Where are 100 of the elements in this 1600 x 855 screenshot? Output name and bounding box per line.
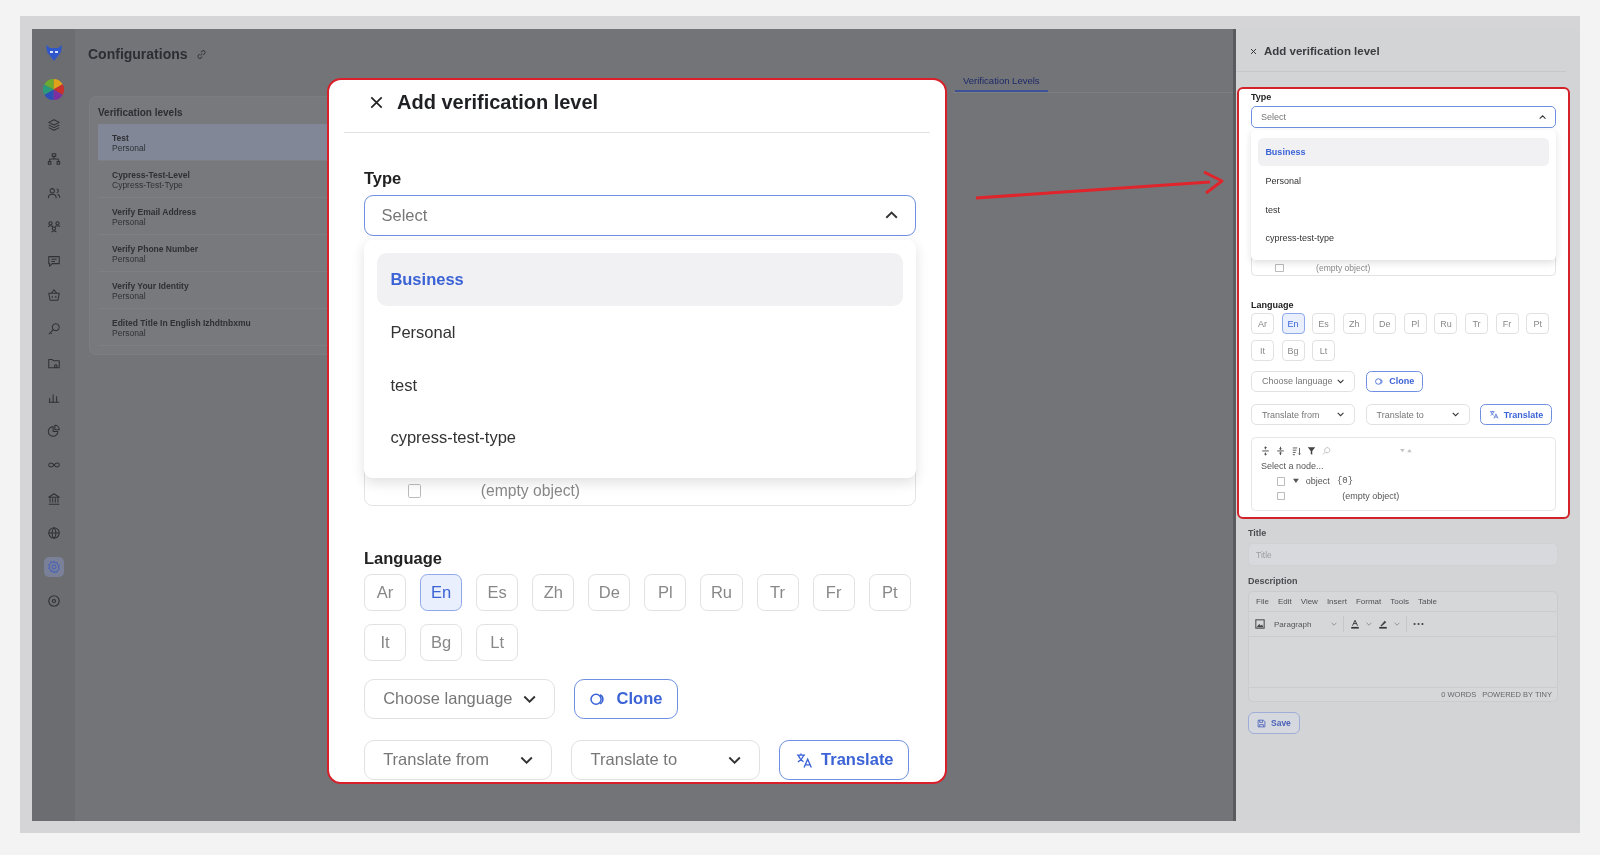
card-title: Verification levels: [98, 107, 183, 118]
settings-icon[interactable]: [43, 557, 64, 577]
language-chip[interactable]: It: [1251, 340, 1274, 361]
sort-arrows-icon[interactable]: [1400, 448, 1414, 454]
expand-all-icon[interactable]: [1261, 446, 1270, 457]
triangle-down-icon[interactable]: [1292, 478, 1299, 485]
tree-node-label: object: [1305, 476, 1330, 487]
language-chip[interactable]: It: [364, 623, 407, 661]
language-chip[interactable]: Es: [1312, 313, 1336, 334]
dropdown-option[interactable]: Business: [1258, 137, 1549, 167]
chevron-icon: [520, 755, 534, 764]
language-chip[interactable]: Tr: [1465, 313, 1488, 334]
menu-item[interactable]: View: [1300, 597, 1318, 607]
drawer-title: Add verification level: [1264, 45, 1380, 57]
language-chip[interactable]: En: [1281, 313, 1305, 334]
language-chip[interactable]: Bg: [420, 623, 463, 661]
language-chip[interactable]: De: [1373, 313, 1397, 334]
page-title: Configurations: [88, 46, 188, 62]
title-input[interactable]: Title: [1248, 543, 1558, 567]
dropdown-option[interactable]: Business: [377, 253, 903, 306]
tree-node-label: (empty object): [1316, 262, 1371, 273]
language-chip[interactable]: De: [588, 574, 631, 612]
dropdown-option[interactable]: test: [377, 358, 903, 412]
highlighter-icon[interactable]: [1378, 619, 1389, 630]
chevron-icon: [1366, 622, 1373, 627]
dropdown-option[interactable]: test: [1258, 195, 1549, 224]
tree-node-label: (empty object): [480, 481, 581, 500]
chevron-icon: [523, 694, 537, 703]
language-dropdown[interactable]: Translate to: [571, 740, 760, 780]
language-chip[interactable]: Pt: [868, 574, 911, 612]
chevron-icon: [1331, 622, 1338, 627]
menu-item[interactable]: Tools: [1390, 597, 1409, 607]
node-path-text: Select a node...: [1261, 460, 1325, 471]
overlapping-circles-icon: [1374, 376, 1385, 386]
field-label: Description: [1248, 576, 1299, 587]
language-chip[interactable]: Fr: [1495, 313, 1519, 334]
field-label: Language: [364, 548, 443, 568]
checkbox[interactable]: [1277, 477, 1286, 486]
color-wheel-icon: [43, 79, 64, 100]
search-icon[interactable]: [1322, 446, 1332, 457]
block-format-dropdown[interactable]: Paragraph: [1271, 619, 1338, 629]
language-chip[interactable]: Ar: [1251, 313, 1274, 334]
language-chip[interactable]: Pl: [1403, 313, 1427, 334]
translate-icon: [1489, 410, 1500, 420]
type-select[interactable]: Select: [1251, 105, 1556, 129]
language-chip[interactable]: Es: [476, 574, 519, 612]
dropdown-option[interactable]: cypress-test-type: [1258, 223, 1549, 253]
language-chip[interactable]: Pt: [1526, 313, 1550, 334]
clone-button[interactable]: Clone: [1365, 370, 1424, 393]
language-chip[interactable]: Zh: [532, 574, 575, 612]
checkbox[interactable]: [1275, 263, 1284, 272]
dialog-title: Add verification level: [397, 90, 599, 114]
tab[interactable]: Verification Levels: [955, 71, 1048, 92]
close-icon[interactable]: [1250, 47, 1257, 55]
field-label: Title: [1248, 528, 1268, 539]
image-icon[interactable]: [1255, 619, 1265, 630]
link-icon[interactable]: [195, 48, 207, 60]
language-chip[interactable]: Zh: [1342, 313, 1366, 334]
language-chip[interactable]: Lt: [476, 623, 519, 661]
language-dropdown[interactable]: Translate to: [1365, 403, 1470, 426]
save-button[interactable]: Save: [1248, 712, 1300, 735]
translate-button[interactable]: Translate: [1480, 403, 1553, 426]
menu-item[interactable]: Insert: [1326, 597, 1347, 607]
chevron-icon: [885, 211, 899, 220]
filter-icon[interactable]: [1306, 446, 1316, 457]
menu-item[interactable]: File: [1256, 597, 1269, 607]
sort-icon[interactable]: [1291, 446, 1301, 457]
menu-item[interactable]: Table: [1417, 597, 1438, 607]
language-chip[interactable]: Fr: [812, 574, 855, 612]
chevron-icon: [1451, 412, 1460, 417]
language-chip[interactable]: Pl: [644, 574, 687, 612]
language-chip[interactable]: Lt: [1312, 340, 1336, 361]
field-label: Language: [1251, 299, 1295, 310]
language-chip[interactable]: Ru: [1434, 313, 1458, 334]
language-chip[interactable]: Bg: [1281, 340, 1305, 361]
clone-button[interactable]: Clone: [574, 679, 679, 719]
tree-node-count: {0}: [1336, 476, 1354, 487]
menu-item[interactable]: Edit: [1277, 597, 1292, 607]
language-chip[interactable]: Tr: [756, 574, 799, 612]
collapse-all-icon[interactable]: [1276, 446, 1286, 457]
language-dropdown[interactable]: Choose language: [364, 679, 556, 719]
dropdown-option[interactable]: Personal: [1258, 166, 1549, 196]
chevron-icon: [1337, 412, 1345, 417]
language-chip[interactable]: En: [420, 574, 463, 612]
checkbox[interactable]: [407, 484, 422, 498]
language-chip[interactable]: Ru: [700, 574, 743, 612]
checkbox[interactable]: [1277, 491, 1286, 500]
translate-button[interactable]: Translate: [778, 740, 910, 780]
language-chip[interactable]: Ar: [364, 574, 407, 612]
dropdown-option[interactable]: cypress-test-type: [377, 411, 903, 465]
type-select[interactable]: Select: [364, 194, 916, 236]
chevron-icon: [1337, 379, 1345, 384]
language-dropdown[interactable]: Choose language: [1251, 370, 1356, 393]
language-dropdown[interactable]: Translate from: [364, 740, 553, 780]
text-color-icon[interactable]: [1350, 619, 1361, 630]
language-dropdown[interactable]: Translate from: [1251, 403, 1356, 426]
menu-item[interactable]: Format: [1355, 597, 1382, 607]
more-icon[interactable]: [1413, 622, 1425, 627]
tree-node-label: (empty object): [1342, 490, 1400, 501]
close-icon[interactable]: [370, 95, 383, 109]
